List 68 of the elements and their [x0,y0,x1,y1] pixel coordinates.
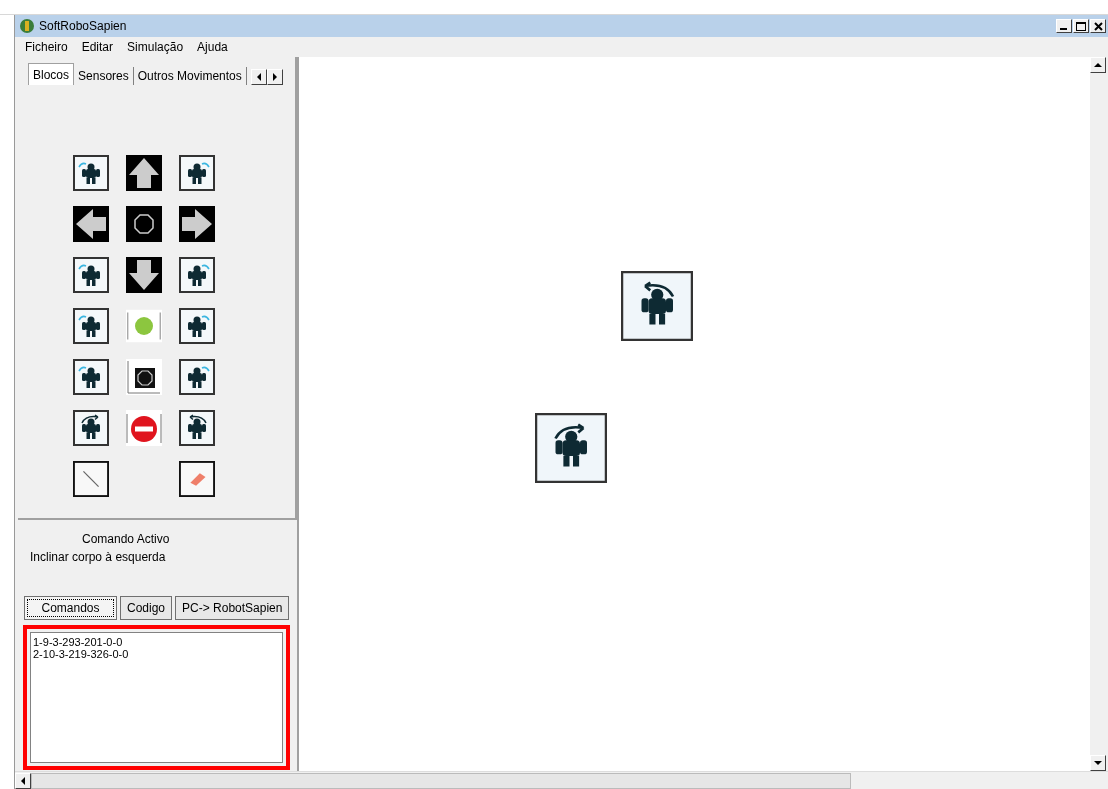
block-button[interactable] [73,257,109,293]
maximize-button[interactable] [1073,19,1089,33]
arrow-left-icon [73,206,109,242]
eraser-icon [179,460,215,498]
window-title: SoftRoboSapien [39,19,128,33]
menu-item[interactable]: Ajuda [195,40,230,54]
block-button[interactable] [179,461,215,497]
robot-icon [179,257,215,293]
scroll-left-button[interactable] [250,69,267,85]
command-line: 2-10-3-219-326-0-0 [33,648,130,660]
command-line: 1-9-3-293-201-0-0 [33,636,124,648]
arrow-up-icon [126,155,162,191]
close-icon [1093,21,1103,31]
robot-block[interactable] [535,413,607,483]
start-icon [126,308,162,344]
robot-icon [179,359,215,395]
robot-icon [73,308,109,344]
app-icon [19,18,35,34]
scroll-down-button[interactable] [1090,755,1106,771]
command-list[interactable]: 1-9-3-293-201-0-0 2-10-3-219-326-0-0 [30,632,283,763]
menu-item[interactable]: Ficheiro [23,40,70,54]
block-button[interactable] [126,206,162,242]
block-button[interactable] [73,410,109,446]
scroll-left-button[interactable] [15,773,31,789]
block-button[interactable] [179,206,215,242]
block-button[interactable] [179,359,215,395]
stop-icon [126,359,162,395]
maximize-icon [1076,21,1086,31]
active-command-value: Inclinar corpo à esquerda [30,550,167,564]
up-arrow-icon [1094,61,1102,69]
view-button[interactable]: Codigo [120,596,173,620]
tab[interactable]: Blocos [28,63,75,85]
scroll-up-button[interactable] [1090,57,1106,73]
close-button[interactable] [1090,19,1106,33]
robot-icon [179,410,215,446]
down-arrow-icon [1094,759,1102,767]
robot-icon [179,308,215,344]
menu-item[interactable]: Editar [79,40,116,54]
block-button[interactable] [179,410,215,446]
block-button[interactable] [179,155,215,191]
block-button[interactable] [73,461,109,497]
view-button[interactable]: Comandos [24,596,117,620]
robot-icon [73,155,109,191]
block-button[interactable] [126,155,162,191]
block-button[interactable] [73,359,109,395]
view-button[interactable]: PC-> RobotSapien [175,596,290,620]
block-button[interactable] [73,308,109,344]
block-button[interactable] [179,308,215,344]
robot-icon [73,410,109,446]
right-arrow-icon [270,73,279,81]
robot-icon [73,257,109,293]
arrow-right-icon [179,206,215,242]
minimize-button[interactable] [1056,19,1072,33]
menu-item[interactable]: Simulação [125,40,186,54]
stop-icon [126,206,162,242]
horizontal-scrollbar[interactable] [15,771,1108,789]
block-button[interactable] [126,359,162,395]
robot-block[interactable] [621,271,693,341]
arrow-down-icon [126,257,162,293]
block-button[interactable] [73,206,109,242]
robot-icon [73,359,109,395]
block-button[interactable] [73,155,109,191]
block-button[interactable] [126,257,162,293]
robot-icon [179,155,215,191]
block-button[interactable] [179,257,215,293]
left-arrow-icon [19,777,27,785]
active-command-label: Comando Activo [81,532,171,546]
no-entry-icon [126,410,162,446]
